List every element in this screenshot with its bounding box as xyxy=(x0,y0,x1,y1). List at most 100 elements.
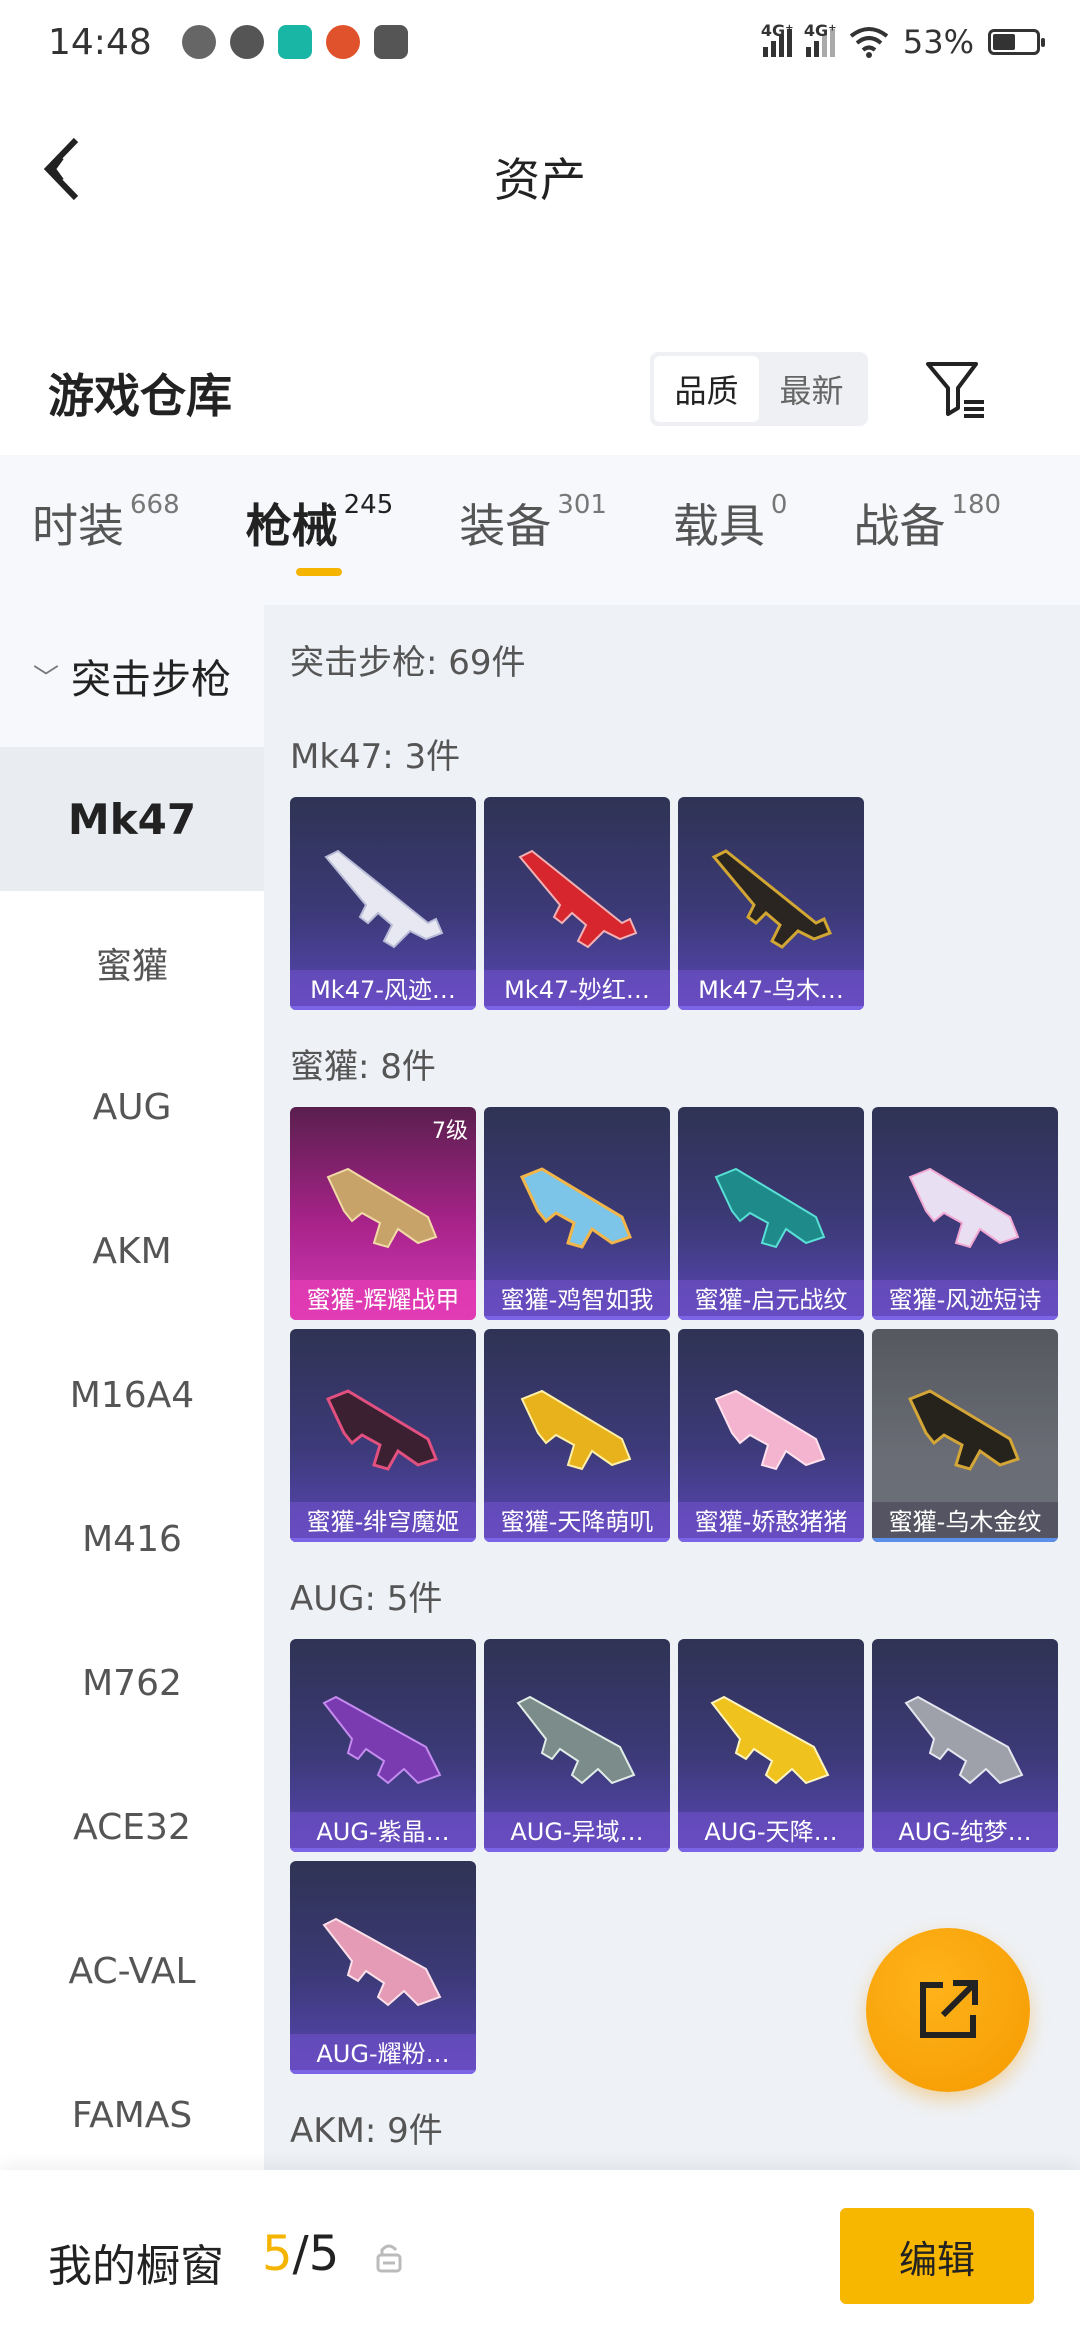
tab-count: 301 xyxy=(557,490,607,520)
active-tab-indicator xyxy=(295,568,342,576)
weapon-card-name: AUG-耀粉… xyxy=(290,2034,476,2074)
tab-count: 180 xyxy=(951,490,1002,520)
title-bar: 资产 xyxy=(0,84,1080,254)
boss-app-icon xyxy=(277,25,312,59)
tab-label: 枪械 xyxy=(245,499,338,553)
battery-icon xyxy=(988,29,1045,55)
rifle-icon xyxy=(518,849,638,949)
tab-count: 0 xyxy=(770,490,788,520)
tab-count: 245 xyxy=(343,490,394,520)
share-button[interactable] xyxy=(866,1928,1030,2092)
weapon-card[interactable]: AUG-耀粉… xyxy=(290,1861,476,2074)
showcase-label: 我的橱窗 xyxy=(48,2241,224,2292)
category-tabs: 时装 668 枪械 245 装备 301 载具 0 战备 180 xyxy=(0,455,1080,605)
weapon-card-name: Mk47-乌木… xyxy=(678,970,864,1010)
weapon-card[interactable]: 蜜獾-天降萌叽 xyxy=(484,1329,670,1542)
tab-label: 战备 xyxy=(853,499,946,553)
weapon-card-name: AUG-天降… xyxy=(678,1812,864,1852)
lock-icon xyxy=(376,2244,402,2273)
weapon-card[interactable]: AUG-天降… xyxy=(678,1639,864,1852)
tab-equipment[interactable]: 装备 301 xyxy=(459,490,607,570)
notification-icons xyxy=(181,25,408,59)
section-header-aug: AUG: 5件 xyxy=(290,1579,443,1619)
nav-item-ac-val[interactable]: AC-VAL xyxy=(0,1899,264,2043)
nav-item-m16a4[interactable]: M16A4 xyxy=(0,1323,264,1467)
wifi-icon xyxy=(849,27,889,58)
bullpup-rifle-icon xyxy=(710,1695,830,1785)
bullpup-rifle-icon xyxy=(516,1695,636,1785)
wechat-icon xyxy=(181,25,216,59)
weapon-card-name: Mk47-妙红… xyxy=(484,970,670,1010)
section-header-akm: AKM: 9件 xyxy=(290,2111,443,2151)
weapon-card[interactable]: Mk47-乌木… xyxy=(678,797,864,1010)
weapon-card[interactable]: 蜜獾-乌木金纹 xyxy=(872,1329,1058,1542)
smg-icon xyxy=(325,1389,438,1471)
weapon-level-badge: 7级 xyxy=(432,1119,468,1144)
bullpup-rifle-icon xyxy=(322,1917,442,2007)
game-app-icon xyxy=(325,25,360,59)
weapon-card[interactable]: Mk47-妙红… xyxy=(484,797,670,1010)
tab-fashion[interactable]: 时装 668 xyxy=(32,490,180,570)
tab-label: 时装 xyxy=(32,499,124,553)
tab-battle-gear[interactable]: 战备 180 xyxy=(853,490,1001,570)
total-count-header: 突击步枪: 69件 xyxy=(290,643,526,683)
sort-option-newest[interactable]: 最新 xyxy=(759,356,864,422)
weapon-card-name: 蜜獾-天降萌叽 xyxy=(484,1502,670,1542)
nav-group-label: 突击步枪 xyxy=(71,657,231,703)
smg-icon xyxy=(714,1389,826,1471)
nav-item-famas[interactable]: FAMAS xyxy=(0,2043,264,2187)
tab-label: 载具 xyxy=(672,499,765,553)
nav-item-honey-badger[interactable]: 蜜獾 xyxy=(0,891,264,1035)
bullpup-rifle-icon xyxy=(904,1695,1024,1785)
weapon-card[interactable]: AUG-纯梦… xyxy=(872,1639,1058,1852)
edit-button[interactable]: 编辑 xyxy=(840,2208,1034,2304)
weapon-card[interactable]: 蜜獾-娇憨猪猪 xyxy=(678,1329,864,1542)
weapon-card-name: AUG-异域… xyxy=(484,1812,670,1852)
weapon-card[interactable]: 蜜獾-启元战纹 xyxy=(678,1107,864,1320)
filter-icon[interactable] xyxy=(924,358,988,422)
weapon-card-name: 蜜獾-绯穹魔姬 xyxy=(290,1502,476,1542)
weapon-card-name: 蜜獾-乌木金纹 xyxy=(872,1502,1058,1542)
rifle-icon xyxy=(324,849,444,949)
nav-item-mk47[interactable]: Mk47 xyxy=(0,747,264,891)
weapon-card[interactable]: Mk47-风迹… xyxy=(290,797,476,1010)
weapon-card[interactable]: AUG-紫晶… xyxy=(290,1639,476,1852)
signal-icon: 4G⁺ xyxy=(761,21,794,57)
smg-icon xyxy=(714,1167,826,1249)
weapon-card-name: 蜜獾-鸡智如我 xyxy=(484,1280,670,1320)
nav-item-akm[interactable]: AKM xyxy=(0,1179,264,1323)
weapon-card-name: AUG-紫晶… xyxy=(290,1812,476,1852)
weapon-card[interactable]: 蜜獾-风迹短诗 xyxy=(872,1107,1058,1320)
nav-item-m762[interactable]: M762 xyxy=(0,1611,264,1755)
tab-vehicles[interactable]: 载具 0 xyxy=(673,490,788,570)
chevron-down-icon: ﹀ xyxy=(32,663,59,694)
section-header-mk47: Mk47: 3件 xyxy=(290,737,461,777)
bullpup-rifle-icon xyxy=(322,1695,442,1785)
battery-percent: 53% xyxy=(902,23,974,61)
showcase-bar: 我的橱窗 5/5 编辑 xyxy=(0,2170,1080,2340)
warehouse-header: 游戏仓库 品质 最新 xyxy=(0,330,1080,450)
nav-group-assault-rifles[interactable]: ﹀ 突击步枪 xyxy=(0,605,264,747)
app-icon xyxy=(229,25,264,59)
bag-app-icon xyxy=(373,25,408,59)
weapon-card[interactable]: AUG-异域… xyxy=(484,1639,670,1852)
sort-toggle: 品质 最新 xyxy=(650,352,868,426)
section-header-honey-badger: 蜜獾: 8件 xyxy=(290,1047,436,1087)
weapon-type-nav: ﹀ 突击步枪 Mk47 蜜獾 AUG AKM M16A4 M416 M762 A… xyxy=(0,605,264,2170)
smg-icon xyxy=(907,1389,1020,1471)
signal-icon: 4G⁺ xyxy=(804,21,837,57)
tab-count: 668 xyxy=(130,490,180,520)
sort-option-quality[interactable]: 品质 xyxy=(654,356,759,422)
share-external-icon xyxy=(920,1980,978,2038)
nav-item-aug[interactable]: AUG xyxy=(0,1035,264,1179)
smg-icon xyxy=(908,1167,1020,1249)
page-title: 资产 xyxy=(494,153,586,207)
smg-icon xyxy=(519,1167,632,1249)
smg-icon xyxy=(520,1389,632,1471)
weapon-card[interactable]: 7级 蜜獾-辉耀战甲 xyxy=(290,1107,476,1320)
tab-firearms[interactable]: 枪械 245 xyxy=(245,490,394,576)
weapon-card[interactable]: 蜜獾-绯穹魔姬 xyxy=(290,1329,476,1542)
weapon-card[interactable]: 蜜獾-鸡智如我 xyxy=(484,1107,670,1320)
nav-item-ace32[interactable]: ACE32 xyxy=(0,1755,264,1899)
nav-item-m416[interactable]: M416 xyxy=(0,1467,264,1611)
